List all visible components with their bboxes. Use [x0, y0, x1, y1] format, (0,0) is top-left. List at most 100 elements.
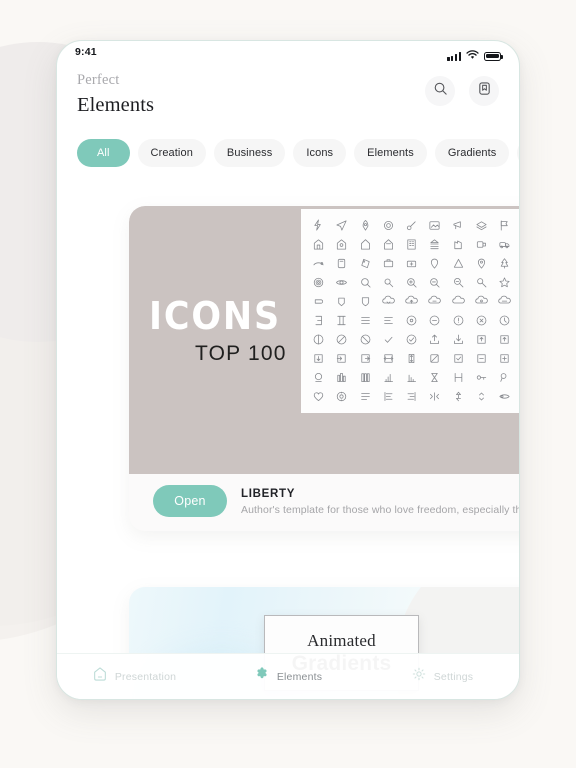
screen-root: 9:41 Perfect Elements All Creation Busin… — [0, 0, 576, 768]
preview-icon — [498, 371, 511, 384]
preview-icon — [475, 352, 488, 365]
home-outline-icon — [92, 666, 108, 687]
preview-icon — [498, 257, 511, 270]
search-button[interactable] — [425, 76, 455, 106]
preview-icon — [405, 257, 418, 270]
card-meta: Open LIBERTY Author's template for those… — [129, 474, 520, 517]
chip-gradients[interactable]: Gradients — [434, 138, 510, 167]
preview-icon — [359, 352, 372, 365]
preview-icon — [335, 352, 348, 365]
preview-icon — [405, 352, 418, 365]
preview-icon — [475, 314, 488, 327]
preview-icon — [452, 219, 465, 232]
card-meta-text: LIBERTY Author's template for those who … — [241, 487, 520, 516]
status-bar-icons — [447, 47, 504, 65]
page-title: Elements — [77, 93, 155, 116]
preview-icon — [312, 238, 325, 251]
preview-icon — [428, 257, 441, 270]
preview-icon — [312, 219, 325, 232]
preview-icon — [382, 276, 395, 289]
preview-icon — [452, 352, 465, 365]
preview-icon — [359, 257, 372, 270]
preview-icon — [498, 333, 511, 346]
preview-icon — [428, 238, 441, 251]
preview-icon — [335, 390, 348, 403]
chip-icons[interactable]: Icons — [293, 138, 347, 167]
preview-icon — [428, 276, 441, 289]
preview-icon — [428, 314, 441, 327]
preview-icon — [405, 238, 418, 251]
artwork-subtitle: TOP 100 — [195, 342, 287, 365]
preview-icon — [405, 295, 418, 308]
preview-icon — [498, 295, 512, 308]
preview-icon — [475, 238, 488, 251]
app-header: Perfect Elements — [57, 65, 519, 117]
preview-icon — [498, 276, 511, 289]
preview-icon — [312, 295, 325, 308]
wifi-icon — [466, 47, 479, 65]
preview-icon — [312, 352, 325, 365]
preview-icon — [312, 333, 325, 346]
preview-icon — [312, 276, 325, 289]
preview-icon — [405, 276, 418, 289]
preview-icon — [498, 219, 511, 232]
preview-icon — [382, 333, 395, 346]
nav-label-presentation: Presentation — [114, 670, 177, 683]
card-title: LIBERTY — [241, 487, 296, 500]
template-card-icons[interactable]: ICONS TOP 100 Open LIBERTY Author's temp… — [129, 206, 520, 531]
preview-icon — [335, 257, 348, 270]
preview-icon — [452, 238, 465, 251]
preview-icon — [428, 352, 441, 365]
preview-icon — [475, 257, 488, 270]
bottom-navigation: Presentation Elements Settings — [57, 653, 519, 699]
header-eyebrow: Perfect — [77, 72, 120, 88]
preview-icon — [475, 295, 488, 308]
gradient-title-line1: Animated — [307, 630, 376, 650]
open-button[interactable]: Open — [153, 485, 227, 517]
chip-elements[interactable]: Elements — [354, 138, 427, 167]
preview-icon — [452, 257, 465, 270]
preview-icon — [335, 295, 348, 308]
preview-icon — [382, 219, 395, 232]
preview-icon — [475, 371, 488, 384]
preview-icon — [452, 390, 465, 403]
preview-icon — [335, 333, 348, 346]
chip-fashion[interactable]: Fashion — [517, 138, 519, 167]
preview-icon — [359, 295, 372, 308]
preview-icon — [428, 295, 442, 308]
header-actions — [425, 69, 499, 106]
nav-item-elements[interactable]: Elements — [211, 666, 365, 687]
preview-icon — [405, 371, 418, 384]
preview-icon — [452, 314, 465, 327]
icon-preview-grid — [301, 209, 519, 413]
bookmark-button[interactable] — [469, 76, 499, 106]
preview-icon — [335, 314, 348, 327]
chip-all[interactable]: All — [77, 138, 130, 167]
nav-label-elements: Elements — [276, 670, 323, 683]
preview-icon — [312, 257, 325, 270]
preview-icon — [359, 314, 372, 327]
nav-item-presentation[interactable]: Presentation — [57, 666, 211, 687]
card-description: Author's template for those who love fre… — [241, 503, 520, 516]
preview-icon — [382, 295, 395, 308]
preview-icon — [452, 371, 465, 384]
nav-item-settings[interactable]: Settings — [365, 666, 519, 687]
preview-icon — [475, 333, 488, 346]
preview-icon — [335, 238, 348, 251]
chip-creation[interactable]: Creation — [137, 138, 206, 167]
chip-business[interactable]: Business — [213, 138, 286, 167]
header-titles: Perfect Elements — [77, 69, 154, 117]
artwork-title: ICONS — [149, 294, 282, 338]
preview-icon — [475, 219, 488, 232]
preview-icon — [405, 219, 418, 232]
preview-icon — [428, 333, 441, 346]
preview-icon — [359, 276, 372, 289]
preview-icon — [359, 238, 372, 251]
preview-icon — [475, 276, 488, 289]
preview-icon — [428, 371, 441, 384]
device-frame: 9:41 Perfect Elements All Creation Busin… — [56, 40, 520, 700]
preview-icon — [382, 352, 395, 365]
preview-icon — [359, 390, 372, 403]
status-bar-time: 9:41 — [75, 46, 97, 58]
preview-icon — [382, 257, 395, 270]
